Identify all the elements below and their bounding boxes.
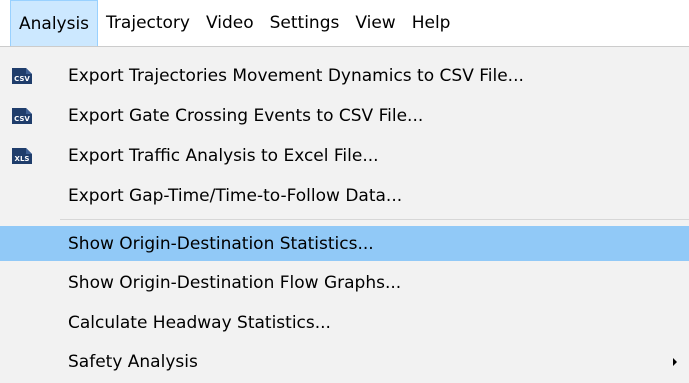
- menu-item-export-trajectories-csv[interactable]: CSV Export Trajectories Movement Dynamic…: [0, 58, 689, 93]
- submenu-arrow-icon: [673, 357, 677, 366]
- menu-video-label: Video: [205, 13, 254, 33]
- menu-separator: [60, 219, 689, 220]
- menu-bar: Analysis Trajectory Video Settings View …: [0, 0, 689, 46]
- svg-text:CSV: CSV: [14, 115, 30, 123]
- menu-view[interactable]: View: [347, 0, 403, 46]
- menu-item-calculate-headway[interactable]: Calculate Headway Statistics...: [0, 305, 689, 340]
- menu-item-export-gate-crossing-csv[interactable]: CSV Export Gate Crossing Events to CSV F…: [0, 98, 689, 133]
- menu-item-label: Export Gap-Time/Time-to-Follow Data...: [68, 185, 403, 206]
- menu-trajectory[interactable]: Trajectory: [98, 0, 198, 46]
- menu-video[interactable]: Video: [198, 0, 262, 46]
- xls-file-icon: XLS: [8, 146, 36, 166]
- menu-item-show-od-statistics[interactable]: Show Origin-Destination Statistics...: [0, 226, 689, 261]
- svg-text:XLS: XLS: [15, 155, 30, 163]
- csv-file-icon: CSV: [8, 66, 36, 86]
- menu-trajectory-label: Trajectory: [106, 13, 190, 33]
- menu-settings[interactable]: Settings: [262, 0, 348, 46]
- menu-view-label: View: [355, 13, 396, 33]
- menu-item-label: Show Origin-Destination Statistics...: [68, 233, 374, 254]
- menu-item-label: Calculate Headway Statistics...: [68, 312, 331, 333]
- menu-analysis[interactable]: Analysis: [10, 0, 99, 46]
- menu-item-label: Safety Analysis: [68, 351, 198, 372]
- menu-item-label: Export Trajectories Movement Dynamics to…: [68, 65, 524, 86]
- menu-item-export-gap-time[interactable]: Export Gap-Time/Time-to-Follow Data...: [0, 178, 689, 213]
- menu-item-label: Show Origin-Destination Flow Graphs...: [68, 272, 402, 293]
- menu-item-label: Export Gate Crossing Events to CSV File.…: [68, 105, 424, 126]
- menu-item-show-od-flow-graphs[interactable]: Show Origin-Destination Flow Graphs...: [0, 265, 689, 300]
- svg-text:CSV: CSV: [14, 75, 30, 83]
- csv-file-icon: CSV: [8, 106, 36, 126]
- menu-item-export-traffic-excel[interactable]: XLS Export Traffic Analysis to Excel Fil…: [0, 138, 689, 173]
- menu-help[interactable]: Help: [404, 0, 459, 46]
- analysis-dropdown-menu: CSV Export Trajectories Movement Dynamic…: [0, 46, 689, 383]
- menu-item-label: Export Traffic Analysis to Excel File...: [68, 145, 379, 166]
- menu-item-safety-analysis[interactable]: Safety Analysis: [0, 344, 689, 379]
- menu-help-label: Help: [411, 13, 451, 33]
- menu-analysis-label: Analysis: [19, 13, 90, 34]
- menu-settings-label: Settings: [269, 13, 340, 33]
